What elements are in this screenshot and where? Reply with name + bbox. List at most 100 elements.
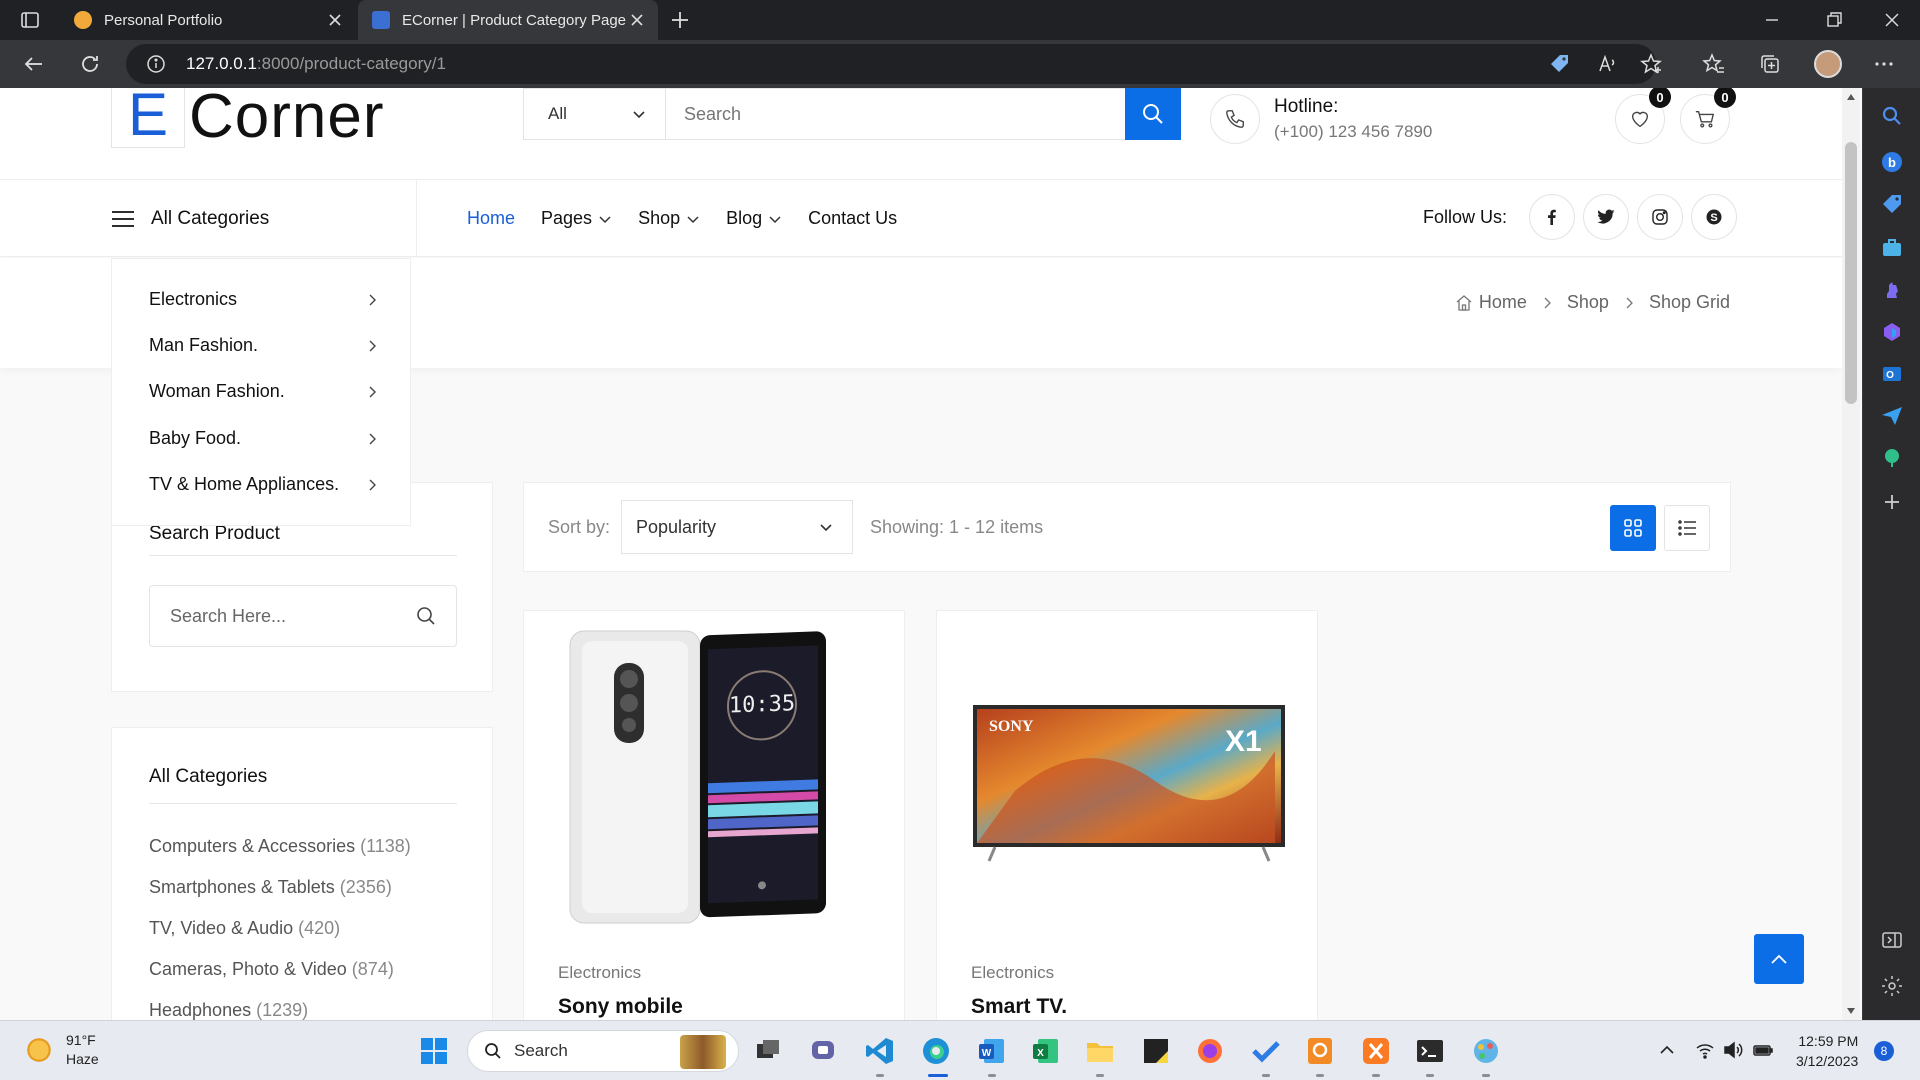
skype-icon[interactable]: S (1691, 194, 1738, 240)
add-icon[interactable] (1880, 490, 1904, 514)
list-view-button[interactable] (1664, 505, 1710, 551)
chevron-right-icon (369, 433, 376, 444)
minimize-icon[interactable] (1762, 10, 1782, 30)
tab-actions-icon[interactable] (18, 8, 42, 32)
nav-blog[interactable]: Blog (726, 208, 782, 229)
close-tab-icon[interactable] (630, 13, 644, 27)
breadcrumb-home[interactable]: Home (1479, 292, 1527, 313)
search-button[interactable] (1125, 88, 1181, 140)
product-card[interactable]: SONY X1 Electronics Smart TV. (936, 610, 1318, 1020)
nav-contact[interactable]: Contact Us (808, 208, 897, 229)
profile-avatar[interactable] (1814, 50, 1842, 78)
hide-sidebar-icon[interactable] (1880, 928, 1904, 952)
windows-start-icon[interactable] (418, 1035, 450, 1067)
facebook-icon[interactable] (1529, 194, 1576, 240)
breadcrumb-shop[interactable]: Shop (1567, 292, 1609, 313)
terminal-icon[interactable] (1414, 1035, 1446, 1067)
sort-select[interactable]: Popularity (621, 500, 853, 554)
new-tab-icon[interactable] (668, 8, 692, 32)
cart-button[interactable]: 0 (1680, 88, 1736, 144)
scroll-down-arrow-icon[interactable] (1846, 1006, 1856, 1016)
search-icon[interactable] (416, 606, 436, 626)
battery-icon[interactable] (1752, 1039, 1774, 1061)
product-card[interactable]: 10:35 Electronics Sony mobile (523, 610, 905, 1020)
shopping-tag-icon[interactable] (1880, 192, 1904, 216)
search-input[interactable] (666, 89, 1125, 139)
excel-icon[interactable]: X (1030, 1035, 1062, 1067)
product-name[interactable]: Smart TV. (971, 995, 1067, 1019)
close-tab-icon[interactable] (328, 13, 342, 27)
back-icon[interactable] (22, 52, 46, 76)
wishlist-button[interactable]: 0 (1615, 88, 1671, 144)
taskbar-search[interactable]: Search (467, 1030, 739, 1072)
restore-icon[interactable] (1824, 10, 1844, 30)
dropdown-item-baby-food[interactable]: Baby Food. (149, 428, 379, 449)
dropdown-item-tv-home[interactable]: TV & Home Appliances. (149, 474, 379, 495)
add-favorite-icon[interactable] (1640, 52, 1664, 76)
dropdown-item-woman-fashion[interactable]: Woman Fashion. (149, 381, 379, 402)
collections-icon[interactable] (1758, 52, 1782, 76)
volume-icon[interactable] (1722, 1039, 1744, 1061)
outlook-icon[interactable]: O (1880, 362, 1904, 386)
wifi-icon[interactable] (1694, 1039, 1716, 1061)
word-icon[interactable]: W (976, 1035, 1008, 1067)
xampp-icon[interactable] (1360, 1035, 1392, 1067)
send-icon[interactable] (1880, 404, 1904, 428)
settings-icon[interactable] (1880, 974, 1904, 998)
weather-desc: Haze (66, 1051, 99, 1067)
page-scrollbar[interactable] (1842, 88, 1860, 1020)
twitter-icon[interactable] (1583, 194, 1630, 240)
category-link[interactable]: Smartphones & Tablets (2356) (149, 877, 392, 898)
paint-icon[interactable] (1470, 1035, 1502, 1067)
todo-icon[interactable] (1250, 1035, 1282, 1067)
chevron-up-icon[interactable] (1656, 1039, 1678, 1061)
category-link[interactable]: Cameras, Photo & Video (874) (149, 959, 394, 980)
file-explorer-icon[interactable] (1084, 1035, 1116, 1067)
tree-icon[interactable] (1880, 446, 1904, 470)
nav-pages[interactable]: Pages (541, 208, 612, 229)
close-window-icon[interactable] (1882, 10, 1902, 30)
microsoft-365-icon[interactable] (1880, 320, 1904, 344)
grid-view-button[interactable] (1610, 505, 1656, 551)
nav-shop[interactable]: Shop (638, 208, 700, 229)
teams-chat-icon[interactable] (808, 1035, 840, 1067)
category-link[interactable]: Computers & Accessories (1138) (149, 836, 411, 857)
firefox-icon[interactable] (1194, 1035, 1226, 1067)
search-category-select[interactable]: All (524, 89, 666, 139)
notification-badge[interactable]: 8 (1874, 1041, 1894, 1061)
task-view-icon[interactable] (752, 1035, 784, 1067)
sidebar-search-input[interactable]: Search Here... (149, 585, 457, 647)
scrollbar-thumb[interactable] (1845, 142, 1857, 404)
games-icon[interactable] (1880, 278, 1904, 302)
url-field[interactable]: 127.0.0.1:8000/product-category/1 (126, 44, 1656, 84)
product-name[interactable]: Sony mobile (558, 995, 683, 1019)
vscode-icon[interactable] (864, 1035, 896, 1067)
sticky-notes-icon[interactable] (1140, 1035, 1172, 1067)
edge-icon[interactable] (920, 1035, 952, 1067)
category-link[interactable]: Headphones (1239) (149, 1000, 308, 1020)
pdf-app-icon[interactable] (1304, 1035, 1336, 1067)
instagram-icon[interactable] (1637, 194, 1684, 240)
follow-us: Follow Us: S (1423, 194, 1738, 240)
scroll-up-arrow-icon[interactable] (1846, 92, 1856, 102)
reload-icon[interactable] (78, 52, 102, 76)
site-logo[interactable]: E Corner (111, 88, 385, 151)
bing-chat-icon[interactable]: b (1880, 150, 1904, 174)
tab-personal-portfolio[interactable]: Personal Portfolio (60, 0, 356, 40)
coupon-icon[interactable] (1548, 52, 1572, 76)
scroll-to-top-button[interactable] (1754, 934, 1804, 984)
more-options-icon[interactable] (1872, 52, 1896, 76)
tools-icon[interactable] (1880, 236, 1904, 260)
search-icon[interactable] (1880, 104, 1904, 128)
category-link[interactable]: TV, Video & Audio (420) (149, 918, 340, 939)
favorites-icon[interactable] (1702, 52, 1726, 76)
dropdown-item-man-fashion[interactable]: Man Fashion. (149, 335, 379, 356)
dropdown-item-electronics[interactable]: Electronics (149, 289, 379, 310)
nav-home[interactable]: Home (467, 208, 515, 229)
site-info-icon[interactable] (146, 54, 166, 74)
read-aloud-icon[interactable] (1596, 52, 1620, 76)
tab-ecorner[interactable]: ECorner | Product Category Page (358, 0, 658, 40)
system-clock[interactable]: 12:59 PM 3/12/2023 (1796, 1031, 1858, 1071)
all-categories-toggle[interactable]: All Categories (111, 180, 417, 257)
weather-widget[interactable]: 91°F Haze (24, 1031, 99, 1069)
